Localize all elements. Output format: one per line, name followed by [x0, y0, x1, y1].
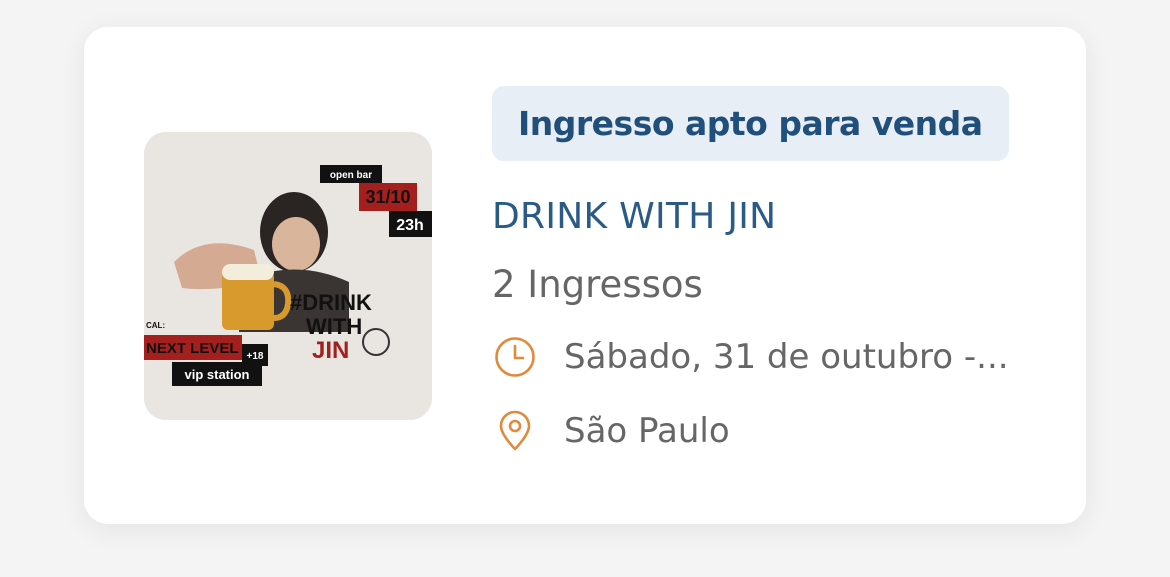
poster-title-line-3: JIN: [312, 337, 349, 364]
event-location-row: São Paulo: [492, 406, 1052, 456]
poster-sub-venue: vip station: [184, 367, 249, 382]
event-ticket-card[interactable]: open bar 31/10 23h #DRINK WITH JIN CAL: …: [84, 27, 1086, 524]
map-pin-icon: [499, 410, 531, 451]
event-date-row: Sábado, 31 de outubro -...: [492, 332, 1052, 382]
poster-tag-date: 31/10: [365, 187, 410, 207]
poster-tag-open-bar: open bar: [330, 170, 372, 181]
event-title[interactable]: DRINK WITH JIN: [492, 196, 1052, 237]
poster-tag-time: 23h: [396, 217, 424, 234]
poster-title-line-1: #DRINK: [290, 290, 372, 315]
poster-venue: NEXT LEVEL: [146, 340, 239, 357]
event-poster-image: open bar 31/10 23h #DRINK WITH JIN CAL: …: [144, 132, 432, 420]
event-location: São Paulo: [564, 411, 730, 451]
poster-title-line-2: WITH: [306, 314, 362, 339]
poster-age: +18: [247, 351, 264, 362]
clock-icon: [495, 337, 535, 377]
event-date: Sábado, 31 de outubro -...: [564, 337, 1009, 377]
event-info: Ingresso apto para venda DRINK WITH JIN …: [492, 86, 1052, 456]
status-badge: Ingresso apto para venda: [492, 86, 1009, 161]
poster-venue-prefix: CAL:: [146, 321, 165, 330]
ticket-count: 2 Ingressos: [492, 263, 703, 306]
